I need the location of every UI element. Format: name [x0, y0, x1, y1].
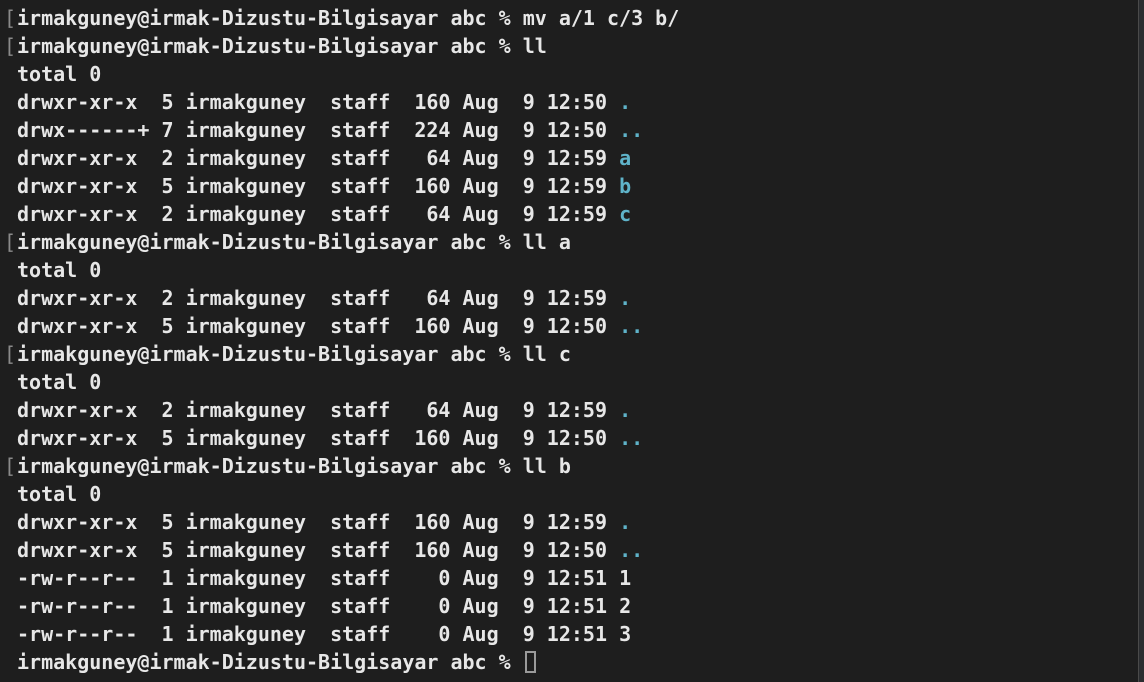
- entry-details: drwxr-xr-x 5 irmakguney staff 160 Aug 9 …: [17, 90, 620, 114]
- output-line: drwxr-xr-x 5 irmakguney staff 160 Aug 9 …: [17, 424, 1135, 452]
- command-text: irmakguney@irmak-Dizustu-Bilgisayar abc …: [17, 342, 571, 366]
- directory-name: ..: [619, 426, 644, 450]
- mark-bracket-left: [: [4, 454, 17, 478]
- output-line: drwxr-xr-x 2 irmakguney staff 64 Aug 9 1…: [17, 144, 1135, 172]
- output-line: drwxr-xr-x 5 irmakguney staff 160 Aug 9 …: [17, 508, 1135, 536]
- file-name: 1: [619, 566, 632, 590]
- output-line: drwxr-xr-x 5 irmakguney staff 160 Aug 9 …: [17, 88, 1135, 116]
- entry-details: drwx------+ 7 irmakguney staff 224 Aug 9…: [17, 118, 620, 142]
- entry-details: drwxr-xr-x 5 irmakguney staff 160 Aug 9 …: [17, 314, 620, 338]
- terminal-output[interactable]: [irmakguney@irmak-Dizustu-Bilgisayar abc…: [4, 4, 1138, 678]
- command-line: [irmakguney@irmak-Dizustu-Bilgisayar abc…: [4, 340, 1138, 368]
- command-line: [irmakguney@irmak-Dizustu-Bilgisayar abc…: [4, 452, 1138, 480]
- output-line: drwx------+ 7 irmakguney staff 224 Aug 9…: [17, 116, 1135, 144]
- entry-details: -rw-r--r-- 1 irmakguney staff 0 Aug 9 12…: [17, 622, 620, 646]
- output-line: drwxr-xr-x 5 irmakguney staff 160 Aug 9 …: [17, 172, 1135, 200]
- command-text: irmakguney@irmak-Dizustu-Bilgisayar abc …: [17, 34, 547, 58]
- terminal-window[interactable]: [irmakguney@irmak-Dizustu-Bilgisayar abc…: [0, 0, 1139, 682]
- output-text: total 0: [17, 370, 102, 394]
- entry-details: drwxr-xr-x 2 irmakguney staff 64 Aug 9 1…: [17, 146, 620, 170]
- text-cursor[interactable]: [524, 651, 536, 673]
- output-line: total 0: [17, 60, 1135, 88]
- file-name: 3: [619, 622, 632, 646]
- file-name: 2: [619, 594, 632, 618]
- mark-bracket-left: [: [4, 6, 17, 30]
- output-line: -rw-r--r-- 1 irmakguney staff 0 Aug 9 12…: [17, 592, 1135, 620]
- entry-details: drwxr-xr-x 5 irmakguney staff 160 Aug 9 …: [17, 510, 620, 534]
- entry-details: drwxr-xr-x 2 irmakguney staff 64 Aug 9 1…: [17, 202, 620, 226]
- output-text: total 0: [17, 258, 102, 282]
- output-line: drwxr-xr-x 5 irmakguney staff 160 Aug 9 …: [17, 312, 1135, 340]
- output-line: total 0: [17, 480, 1135, 508]
- output-line: -rw-r--r-- 1 irmakguney staff 0 Aug 9 12…: [17, 620, 1135, 648]
- output-line: drwxr-xr-x 2 irmakguney staff 64 Aug 9 1…: [17, 284, 1135, 312]
- output-line: drwxr-xr-x 2 irmakguney staff 64 Aug 9 1…: [17, 396, 1135, 424]
- mark-bracket-left: [: [4, 34, 17, 58]
- command-text: irmakguney@irmak-Dizustu-Bilgisayar abc …: [17, 454, 571, 478]
- command-text: irmakguney@irmak-Dizustu-Bilgisayar abc …: [17, 230, 571, 254]
- directory-name: ..: [619, 314, 644, 338]
- command-line: [irmakguney@irmak-Dizustu-Bilgisayar abc…: [4, 4, 1135, 32]
- directory-name: ..: [619, 538, 644, 562]
- command-text: irmakguney@irmak-Dizustu-Bilgisayar abc …: [17, 6, 680, 30]
- directory-name: .: [619, 286, 632, 310]
- output-line: drwxr-xr-x 5 irmakguney staff 160 Aug 9 …: [17, 536, 1135, 564]
- entry-details: -rw-r--r-- 1 irmakguney staff 0 Aug 9 12…: [17, 566, 620, 590]
- output-line: -rw-r--r-- 1 irmakguney staff 0 Aug 9 12…: [17, 564, 1135, 592]
- output-line: total 0: [17, 368, 1135, 396]
- entry-details: drwxr-xr-x 2 irmakguney staff 64 Aug 9 1…: [17, 286, 620, 310]
- directory-name: a: [619, 146, 632, 170]
- window-edge: [1139, 0, 1144, 682]
- directory-name: .: [619, 510, 632, 534]
- command-line: [irmakguney@irmak-Dizustu-Bilgisayar abc…: [4, 228, 1138, 256]
- command-line: [irmakguney@irmak-Dizustu-Bilgisayar abc…: [4, 32, 1138, 60]
- directory-name: b: [619, 174, 632, 198]
- entry-details: drwxr-xr-x 5 irmakguney staff 160 Aug 9 …: [17, 174, 620, 198]
- entry-details: drwxr-xr-x 5 irmakguney staff 160 Aug 9 …: [17, 538, 620, 562]
- output-line: drwxr-xr-x 2 irmakguney staff 64 Aug 9 1…: [17, 200, 1135, 228]
- directory-name: .: [619, 90, 632, 114]
- entry-details: drwxr-xr-x 2 irmakguney staff 64 Aug 9 1…: [17, 398, 620, 422]
- entry-details: drwxr-xr-x 5 irmakguney staff 160 Aug 9 …: [17, 426, 620, 450]
- prompt-line: irmakguney@irmak-Dizustu-Bilgisayar abc …: [17, 648, 1135, 676]
- directory-name: c: [619, 202, 632, 226]
- output-text: total 0: [17, 482, 102, 506]
- prompt-text: irmakguney@irmak-Dizustu-Bilgisayar abc …: [17, 650, 523, 674]
- output-text: total 0: [17, 62, 102, 86]
- output-line: total 0: [17, 256, 1135, 284]
- directory-name: ..: [619, 118, 644, 142]
- entry-details: -rw-r--r-- 1 irmakguney staff 0 Aug 9 12…: [17, 594, 620, 618]
- mark-bracket-left: [: [4, 342, 17, 366]
- mark-bracket-left: [: [4, 230, 17, 254]
- directory-name: .: [619, 398, 632, 422]
